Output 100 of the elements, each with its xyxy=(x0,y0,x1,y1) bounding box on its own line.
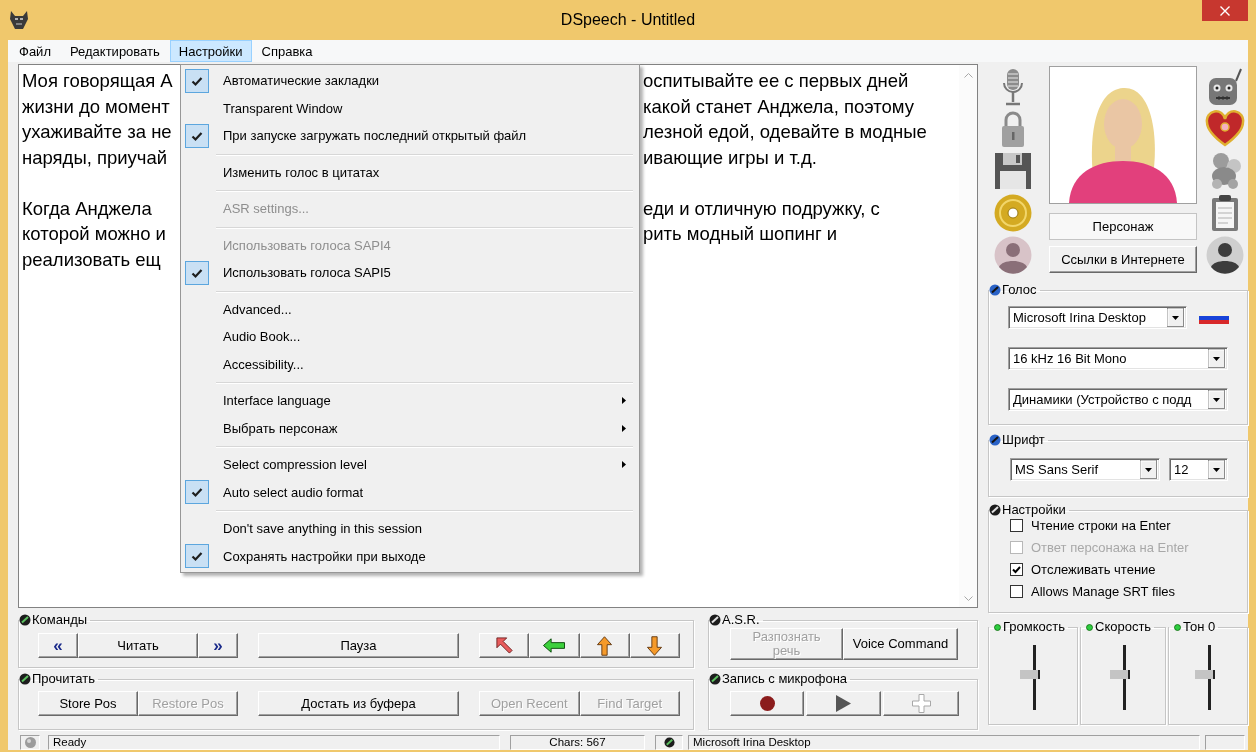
checkbox-label: Отслеживать чтение xyxy=(1031,561,1156,577)
window-title: DSpeech - Untitled xyxy=(560,11,696,29)
command-button[interactable]: Пауза xyxy=(258,633,459,658)
group-title: Голос xyxy=(1002,283,1037,297)
checkmark-icon xyxy=(185,480,209,505)
status-text: Ready xyxy=(48,735,500,750)
menu-bar-item[interactable]: Редактировать xyxy=(60,40,169,62)
menu-item[interactable]: Использовать голоса SAPI5 xyxy=(183,259,637,287)
flag-icon xyxy=(1199,311,1229,324)
output-device-select[interactable]: Динамики (Устройство с подд xyxy=(1008,388,1228,411)
jewel-heart-icon[interactable] xyxy=(1205,110,1245,148)
links-button[interactable]: Ссылки в Интернете xyxy=(1049,246,1197,273)
left-arrow-button[interactable] xyxy=(529,633,580,658)
group-title: Запись с микрофона xyxy=(722,672,848,686)
checkmark-icon xyxy=(185,123,209,148)
editor-text: реализовать ещ xyxy=(22,247,161,272)
editor-text: ивающие игры и т.д. xyxy=(643,145,817,170)
editor-text: которой можно и xyxy=(22,222,166,246)
checkbox[interactable] xyxy=(1010,562,1023,576)
menu-item[interactable]: Выбрать персонаж xyxy=(183,414,637,442)
command-button[interactable]: « xyxy=(38,633,78,658)
read-button[interactable]: Достать из буфера xyxy=(258,691,459,716)
slider-label: Скорость xyxy=(1095,620,1152,634)
record-button[interactable] xyxy=(730,691,804,716)
group-title: A.S.R. xyxy=(722,613,760,627)
menu-item[interactable]: Автоматические закладки xyxy=(183,67,637,95)
checkbox[interactable] xyxy=(1010,518,1023,532)
dot-icon xyxy=(994,623,1001,631)
dot-icon xyxy=(1086,623,1093,631)
slashed-circle-icon xyxy=(989,284,1001,296)
command-button[interactable]: Читать xyxy=(78,633,198,658)
editor-text: ухаживайте за не xyxy=(22,120,172,144)
read-button[interactable]: Store Pos xyxy=(38,691,138,716)
voice-select[interactable]: Microsoft Irina Desktop xyxy=(1008,306,1187,329)
play-icon xyxy=(836,695,851,712)
checkbox-label: Чтение строки на Enter xyxy=(1031,517,1171,533)
slashed-circle-icon xyxy=(663,737,675,748)
editor-text: оспитывайте ее с первых дней xyxy=(643,69,909,93)
slashed-circle-icon xyxy=(989,504,1001,516)
menu-item[interactable]: Transparent Window xyxy=(183,94,637,122)
checkmark-icon xyxy=(185,68,209,93)
menu-item[interactable]: Don't save anything in this session xyxy=(183,515,637,543)
caret-icon xyxy=(1208,390,1225,409)
slider-label: Тон 0 xyxy=(1183,620,1216,634)
animal-head-icon[interactable] xyxy=(8,9,30,31)
checkbox-label: Allows Manage SRT files xyxy=(1031,583,1176,599)
checkmark-icon xyxy=(185,544,209,569)
record-icon xyxy=(759,696,775,711)
menu-item[interactable]: Interface language xyxy=(183,387,637,415)
menu-item[interactable]: Auto select audio format xyxy=(183,478,637,506)
status-text: Chars: 567 xyxy=(510,735,645,750)
slashed-circle-icon xyxy=(989,434,1001,446)
editor-text: Когда Анджела xyxy=(22,196,152,221)
status-panel xyxy=(1205,735,1245,750)
font-size-select[interactable]: 12 xyxy=(1169,458,1228,481)
checkmark-icon xyxy=(185,260,209,285)
menu-bar-item[interactable]: Справка xyxy=(252,40,322,62)
group-title: Прочитать xyxy=(32,672,96,686)
play-button[interactable] xyxy=(806,691,881,716)
group-title: Шрифт xyxy=(1002,433,1045,447)
menu-item[interactable]: Изменить голос в цитатах xyxy=(183,158,637,186)
slider-thumb[interactable] xyxy=(1110,670,1130,679)
checkbox[interactable] xyxy=(1010,584,1023,598)
character-name: Персонаж xyxy=(1049,213,1197,240)
up-left-arrow-button[interactable] xyxy=(479,633,530,658)
group-title: Настройки xyxy=(1002,503,1066,517)
menu-item[interactable]: Select compression level xyxy=(183,451,637,479)
menu-item[interactable]: Сохранять настройки при выходе xyxy=(183,542,637,570)
menu-item[interactable]: Accessibility... xyxy=(183,350,637,378)
menu-item[interactable]: Advanced... xyxy=(183,295,637,323)
caret-icon xyxy=(1140,460,1157,479)
editor-text: Моя говорящая А xyxy=(22,69,173,93)
arrow-up-icon xyxy=(597,635,613,656)
menu-item[interactable]: При запуске загружать последний открытый файл xyxy=(183,122,637,150)
submenu-arrow-icon xyxy=(622,397,626,405)
up-arrow-button[interactable] xyxy=(579,633,630,658)
caret-icon xyxy=(1208,460,1225,479)
menu-item[interactable]: Audio Book... xyxy=(183,323,637,351)
slider-thumb[interactable] xyxy=(1020,670,1040,679)
editor-text: рить модный шопинг и xyxy=(643,222,838,246)
slashed-circle-icon xyxy=(19,673,31,685)
caret-icon xyxy=(1167,308,1184,327)
caret-icon xyxy=(1208,349,1225,368)
slider-thumb[interactable] xyxy=(1195,670,1215,679)
font-family-select[interactable]: MS Sans Serif xyxy=(1010,458,1160,481)
down-arrow-button[interactable] xyxy=(629,633,680,658)
group-title: Команды xyxy=(32,613,88,627)
audio-format-select[interactable]: 16 kHz 16 Bit Mono xyxy=(1008,347,1228,370)
status-text: Microsoft Irina Desktop xyxy=(688,735,1200,750)
slider-label: Громкость xyxy=(1003,620,1065,634)
menu-bar-item[interactable]: Настройки xyxy=(169,40,252,62)
command-button[interactable]: » xyxy=(198,633,238,658)
submenu-arrow-icon xyxy=(622,424,626,432)
menu-bar-item[interactable]: Файл xyxy=(10,40,60,62)
plus-icon xyxy=(911,694,931,713)
slashed-circle-icon xyxy=(19,614,31,626)
avatar-icon[interactable] xyxy=(1205,236,1245,274)
dot-icon xyxy=(1174,623,1181,631)
asr-button[interactable]: Voice Command xyxy=(843,628,958,660)
editor-text: какой станет Анджела, поэтому xyxy=(643,94,914,119)
